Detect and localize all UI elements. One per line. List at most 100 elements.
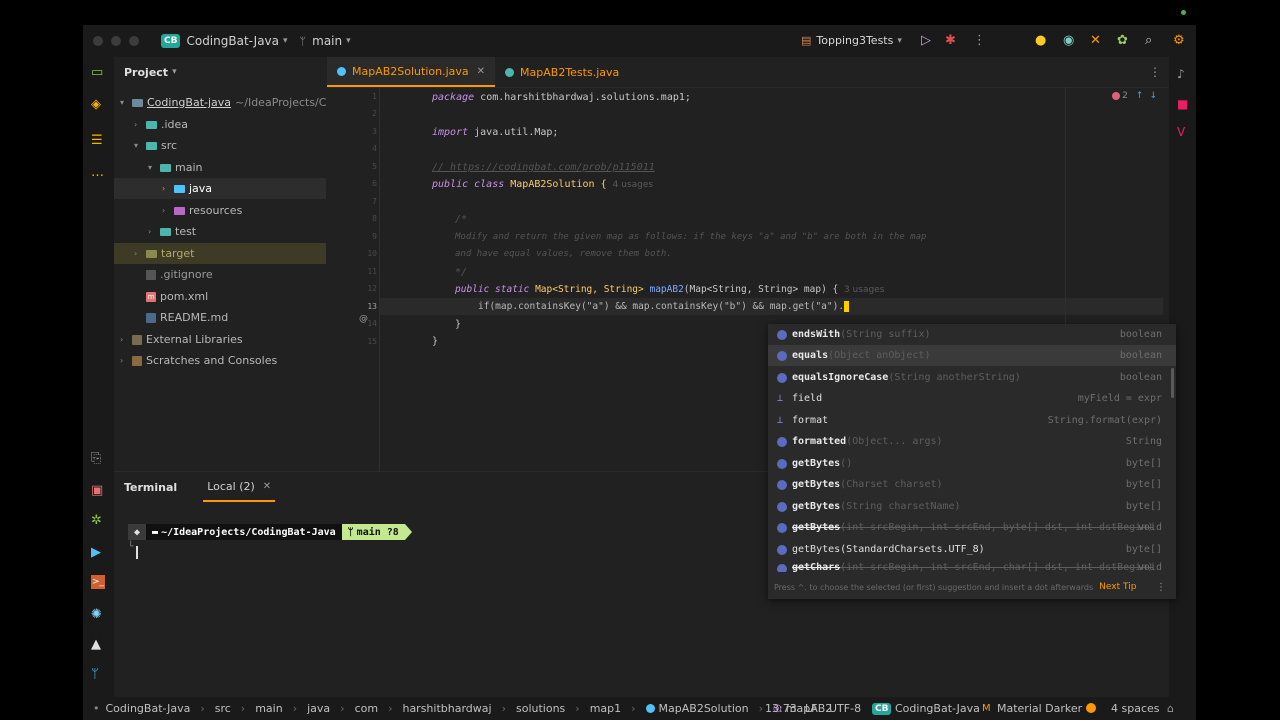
code-line-13: if(map.containsKey("a") && map.containsK… bbox=[478, 298, 850, 315]
run-tool-icon[interactable]: ▶ bbox=[91, 545, 101, 560]
tree-item-scratches[interactable]: › Scratches and Consoles bbox=[120, 350, 277, 371]
status-project-name[interactable]: CodingBat-Java bbox=[895, 702, 980, 715]
breadcrumb[interactable]: harshitbhardwaj bbox=[402, 702, 491, 715]
completion-item[interactable]: getBytes(StandardCharsets.UTF_8) byte[] bbox=[768, 539, 1176, 560]
ai-assistant-icon[interactable]: ✿ bbox=[1117, 33, 1128, 48]
window-close-button[interactable] bbox=[93, 36, 103, 46]
breadcrumb[interactable]: main bbox=[255, 702, 282, 715]
tab-actions-icon[interactable]: ⋮ bbox=[1149, 65, 1161, 79]
problems-tool-icon[interactable]: ▲ bbox=[91, 637, 101, 652]
close-terminal-tab-icon[interactable]: ✕ bbox=[263, 481, 271, 492]
completion-item[interactable]: ⊥ field myField = expr bbox=[768, 388, 1176, 409]
tree-item-target[interactable]: › target bbox=[114, 243, 326, 264]
breadcrumb[interactable]: java bbox=[307, 702, 330, 715]
ai-side-icon[interactable]: V bbox=[1177, 125, 1185, 139]
completion-item-selected[interactable]: equals (Object anObject) boolean bbox=[768, 345, 1176, 366]
tree-item-test[interactable]: › test bbox=[148, 221, 196, 242]
code-line-15: } bbox=[432, 336, 439, 347]
build-icon[interactable]: ✕ bbox=[1090, 33, 1101, 48]
completion-item[interactable]: getBytes (Charset charset) byte[] bbox=[768, 474, 1176, 495]
completion-item[interactable]: formatted (Object... args) String bbox=[768, 431, 1176, 452]
completion-item-deprecated[interactable]: getChars (int srcBegin, int srcEnd, char[… bbox=[768, 560, 1176, 572]
tree-item-resources[interactable]: › resources bbox=[162, 200, 242, 221]
code-with-me-icon[interactable]: ● bbox=[1035, 33, 1046, 48]
breadcrumb[interactable]: CodingBat-Java bbox=[106, 702, 191, 715]
more-tools-icon[interactable]: … bbox=[91, 165, 104, 180]
completion-item[interactable]: endsWith (String suffix) boolean bbox=[768, 324, 1176, 345]
bookmarks-icon[interactable]: ⎘ bbox=[91, 451, 101, 466]
code-line-3: import java.util.Map; bbox=[432, 127, 559, 138]
branch-switcher[interactable]: main bbox=[312, 34, 342, 48]
caret-position[interactable]: 13:73 bbox=[765, 702, 797, 715]
commit-tool-icon[interactable]: ◈ bbox=[91, 97, 101, 112]
terminal-tool-icon[interactable]: >_ bbox=[91, 575, 105, 589]
status-dot-icon[interactable] bbox=[1086, 703, 1096, 713]
code-line-11: */ bbox=[455, 267, 468, 278]
project-panel-header[interactable]: Project ▾ bbox=[114, 57, 326, 87]
tree-item-main[interactable]: ▾ main bbox=[148, 157, 202, 178]
indent-setting[interactable]: 4 spaces bbox=[1111, 702, 1160, 715]
library-icon bbox=[132, 334, 142, 345]
lock-icon[interactable]: ⌂ bbox=[1167, 702, 1174, 715]
settings-gear-icon[interactable]: ⚙ bbox=[1173, 33, 1185, 48]
run-icon[interactable]: ▷ bbox=[921, 33, 931, 48]
debug-icon[interactable]: ✱ bbox=[945, 33, 956, 48]
file-encoding[interactable]: UTF-8 bbox=[829, 702, 861, 715]
prompt-connector: └ bbox=[128, 542, 134, 552]
completion-item[interactable]: ⊥ format String.format(expr) bbox=[768, 410, 1176, 431]
tab-mapab2solution[interactable]: MapAB2Solution.java ✕ bbox=[327, 57, 496, 87]
run-configuration-selector[interactable]: ▤ Topping3Tests ▾ bbox=[801, 34, 902, 47]
line-separator[interactable]: LF bbox=[805, 702, 817, 715]
code-line-5[interactable]: // https://codingbat.com/prob/p115011 bbox=[432, 159, 655, 176]
git-tool-icon[interactable]: ᛘ bbox=[91, 667, 99, 682]
search-icon[interactable]: ⌕ bbox=[1145, 33, 1152, 48]
structure-tool-icon[interactable]: ☰ bbox=[91, 133, 103, 148]
completion-item[interactable]: getBytes() byte[] bbox=[768, 453, 1176, 474]
method-icon bbox=[777, 458, 787, 469]
editor-tabs: MapAB2Solution.java ✕ MapAB2Tests.java ⋮ bbox=[327, 57, 1169, 88]
completion-item-deprecated[interactable]: getBytes (int srcBegin, int srcEnd, byte[… bbox=[768, 517, 1176, 538]
next-tip-link[interactable]: Next Tip bbox=[1099, 582, 1136, 592]
tree-item-readme[interactable]: README.md bbox=[146, 307, 228, 328]
tree-item-idea[interactable]: › .idea bbox=[134, 114, 188, 135]
window-zoom-button[interactable] bbox=[129, 36, 139, 46]
notifications-icon[interactable]: ♪ bbox=[1177, 67, 1185, 81]
tab-terminal-local[interactable]: Local (2) ✕ bbox=[203, 472, 276, 502]
tree-item-root[interactable]: ▾ CodingBat-java ~/IdeaProjects/Coc bbox=[120, 92, 339, 113]
breadcrumb[interactable]: solutions bbox=[516, 702, 565, 715]
services-icon[interactable]: ▣ bbox=[91, 483, 103, 498]
breadcrumb[interactable]: map1 bbox=[590, 702, 621, 715]
left-tool-stripe: ▭ ◈ ☰ … ⎘ ▣ ✲ ▶ >_ ✺ ▲ ᛘ bbox=[83, 57, 114, 697]
method-icon bbox=[777, 564, 787, 572]
terminal-cursor[interactable] bbox=[136, 546, 138, 559]
window-minimize-button[interactable] bbox=[111, 36, 121, 46]
project-tool-icon[interactable]: ▭ bbox=[91, 65, 103, 80]
breadcrumb[interactable]: com bbox=[355, 702, 379, 715]
branch-icon: ᛘ bbox=[299, 34, 307, 48]
override-gutter-icon[interactable]: @ bbox=[359, 314, 368, 324]
breadcrumb[interactable]: MapAB2Solution bbox=[659, 702, 749, 715]
terminal-prompt: ◆ ▬ ~/IdeaProjects/CodingBat-Java ᛘ main… bbox=[128, 524, 412, 540]
breadcrumb[interactable]: src bbox=[215, 702, 231, 715]
folder-icon: ▬ bbox=[152, 526, 159, 538]
class-icon bbox=[645, 704, 655, 713]
settings-sync-icon[interactable]: ✲ bbox=[91, 513, 102, 528]
completion-item[interactable]: getBytes (String charsetName) byte[] bbox=[768, 496, 1176, 517]
completion-item[interactable]: equalsIgnoreCase (String anotherString) b… bbox=[768, 367, 1176, 388]
tree-item-gitignore[interactable]: .gitignore bbox=[146, 264, 213, 285]
theme-selector[interactable]: Material Darker bbox=[997, 702, 1082, 715]
popup-menu-icon[interactable]: ⋮ bbox=[1156, 582, 1166, 593]
tree-item-src[interactable]: ▾ src bbox=[134, 135, 177, 156]
popup-scrollbar[interactable] bbox=[1171, 368, 1174, 398]
folder-icon bbox=[146, 141, 157, 150]
tree-item-pom[interactable]: m pom.xml bbox=[146, 286, 208, 307]
plugin-side-icon[interactable]: ■ bbox=[1177, 97, 1188, 111]
tree-item-external-libraries[interactable]: › External Libraries bbox=[120, 329, 243, 350]
project-switcher[interactable]: CodingBat-Java bbox=[186, 34, 279, 48]
tab-mapab2tests[interactable]: MapAB2Tests.java bbox=[495, 57, 629, 87]
more-actions-icon[interactable]: ⋮ bbox=[973, 33, 986, 48]
plugin-icon[interactable]: ◉ bbox=[1063, 33, 1074, 48]
close-tab-icon[interactable]: ✕ bbox=[477, 66, 485, 77]
debug-tool-icon[interactable]: ✺ bbox=[91, 607, 102, 622]
tree-item-java[interactable]: › java bbox=[114, 178, 326, 199]
